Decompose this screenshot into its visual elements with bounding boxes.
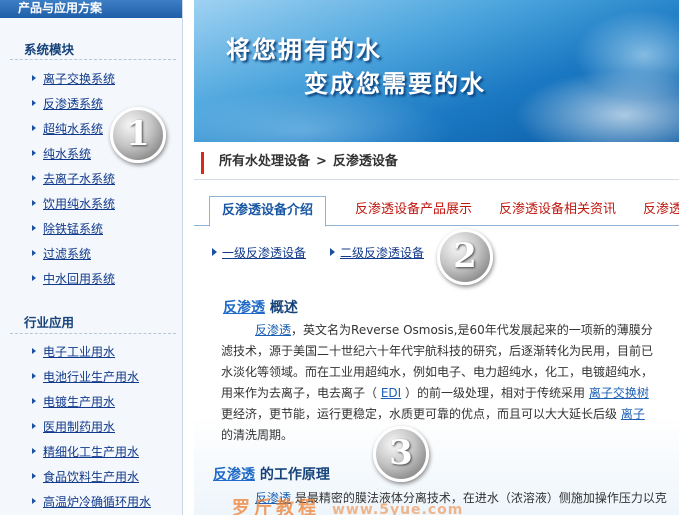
arrow-icon [32,398,36,404]
sidebar-item-water-reuse[interactable]: 中水回用系统 [32,272,115,286]
breadcrumb-current: 反渗透设备 [332,154,398,169]
arrow-icon [32,275,36,281]
overview-line-3: 水淡化等领域。而在工业用超纯水，例如电子、电力超纯水，化工，电镀超纯水， [221,365,654,379]
banner-slogan-line2: 变成您需要的水 [304,70,486,98]
overview-line-5: 更经济，更节能，运行更稳定，水质更可靠的优点，而且可以大大延长后级 离子 [221,407,645,421]
sidebar-item-pure-water[interactable]: 纯水系统 [32,147,91,161]
sidebar-header: 产品与应用方案 [0,0,182,18]
sidebar-item-fine-chemical[interactable]: 精细化工生产用水 [32,445,139,459]
principle-heading: 反渗透 的工作原理 [213,467,330,483]
sidebar-item-iron-manganese[interactable]: 除铁锰系统 [32,222,103,236]
sidebar: 产品与应用方案 系统模块 离子交换系统 反渗透系统 超纯水系统 纯水系统 去离子… [0,0,183,515]
sublink-two-stage-ro[interactable]: 二级反渗透设备 [330,244,424,261]
breadcrumb-parent[interactable]: 所有水处理设备 [219,154,310,169]
arrow-icon [32,373,36,379]
breadcrumb-separator: > [316,154,327,169]
arrow-icon [32,150,36,156]
main-content: 反渗透设备介绍 反渗透设备产品展示 反渗透设备相关资讯 反渗透 一级反渗透设备 … [194,186,679,515]
arrow-icon [32,448,36,454]
edi-link[interactable]: EDI [381,386,401,400]
banner-slogan-line1: 将您拥有的水 [226,36,382,64]
ion-exchange-resin-link[interactable]: 离子交换树 [589,386,649,400]
sidebar-item-battery[interactable]: 电池行业生产用水 [32,370,139,384]
number-badge-2: 2 [437,229,493,285]
sidebar-item-furnace-cooling[interactable]: 高温炉冷确循环用水 [32,495,151,509]
watermark: 罗斤教程 www.5yue.com [232,494,463,515]
tab-ro-news[interactable]: 反渗透设备相关资讯 [499,196,616,226]
overview-line-1: 反渗透，英文名为Reverse Osmosis,是60年代发展起来的一项新的薄膜… [255,323,653,337]
overview-line-4: 用来作为去离子，电去离子（ EDI ）的前一级处理，相对于传统采用 离子交换树 [221,386,649,400]
arrow-icon [32,200,36,206]
arrow-icon [32,100,36,106]
arrow-icon [32,348,36,354]
ro-link[interactable]: 反渗透 [255,323,291,337]
sidebar-item-ro-system[interactable]: 反渗透系统 [32,97,103,111]
sublink-single-stage-ro[interactable]: 一级反渗透设备 [212,244,306,261]
overview-keyword-link[interactable]: 反渗透 [223,300,265,316]
arrow-icon [32,423,36,429]
triangle-icon [330,248,335,256]
section-divider [10,59,176,60]
tab-ro-intro[interactable]: 反渗透设备介绍 [209,196,327,227]
tab-ro-products[interactable]: 反渗透设备产品展示 [355,196,472,226]
number-badge-1: 1 [110,107,166,163]
sidebar-item-drinking-water[interactable]: 饮用纯水系统 [32,197,115,211]
ion-link[interactable]: 离子 [621,407,645,421]
breadcrumb: 所有水处理设备 > 反渗透设备 [201,152,398,174]
watermark-url: www.5yue.com [332,502,464,515]
arrow-icon [32,473,36,479]
arrow-icon [32,75,36,81]
sidebar-item-electroplating[interactable]: 电镀生产用水 [32,395,115,409]
section-divider [10,333,176,334]
tab-ro-more[interactable]: 反渗透 [643,196,679,226]
sidebar-item-food-beverage[interactable]: 食品饮料生产用水 [32,470,139,484]
section-title-system-modules: 系统模块 [24,42,75,57]
sidebar-item-ultrapure[interactable]: 超纯水系统 [32,122,103,136]
arrow-icon [32,125,36,131]
sidebar-item-filtration[interactable]: 过滤系统 [32,247,91,261]
section-title-industry: 行业应用 [24,315,75,330]
arrow-icon [32,250,36,256]
overview-heading: 反渗透 概述 [223,300,298,316]
breadcrumb-divider [194,179,679,180]
arrow-icon [32,225,36,231]
sidebar-item-ion-exchange[interactable]: 离子交换系统 [32,72,115,86]
triangle-icon [212,248,217,256]
sidebar-item-deionized[interactable]: 去离子水系统 [32,172,115,186]
number-badge-3: 3 [373,426,429,482]
arrow-icon [32,175,36,181]
tab-bar: 反渗透设备介绍 反渗透设备产品展示 反渗透设备相关资讯 反渗透 [194,196,679,227]
sidebar-item-pharma[interactable]: 医用制药用水 [32,420,115,434]
principle-keyword-link[interactable]: 反渗透 [213,467,255,483]
arrow-icon [32,498,36,504]
overview-line-6: 的清洗周期。 [221,428,294,442]
overview-line-2: 滤技术，源于美国二十世纪六十年代宇航科技的研究，后逐渐转化为民用，目前已 [221,344,654,358]
water-banner: 将您拥有的水 变成您需要的水 [194,0,679,142]
watermark-text: 罗斤教程 [232,498,320,515]
sidebar-item-electronics[interactable]: 电子工业用水 [32,345,115,359]
